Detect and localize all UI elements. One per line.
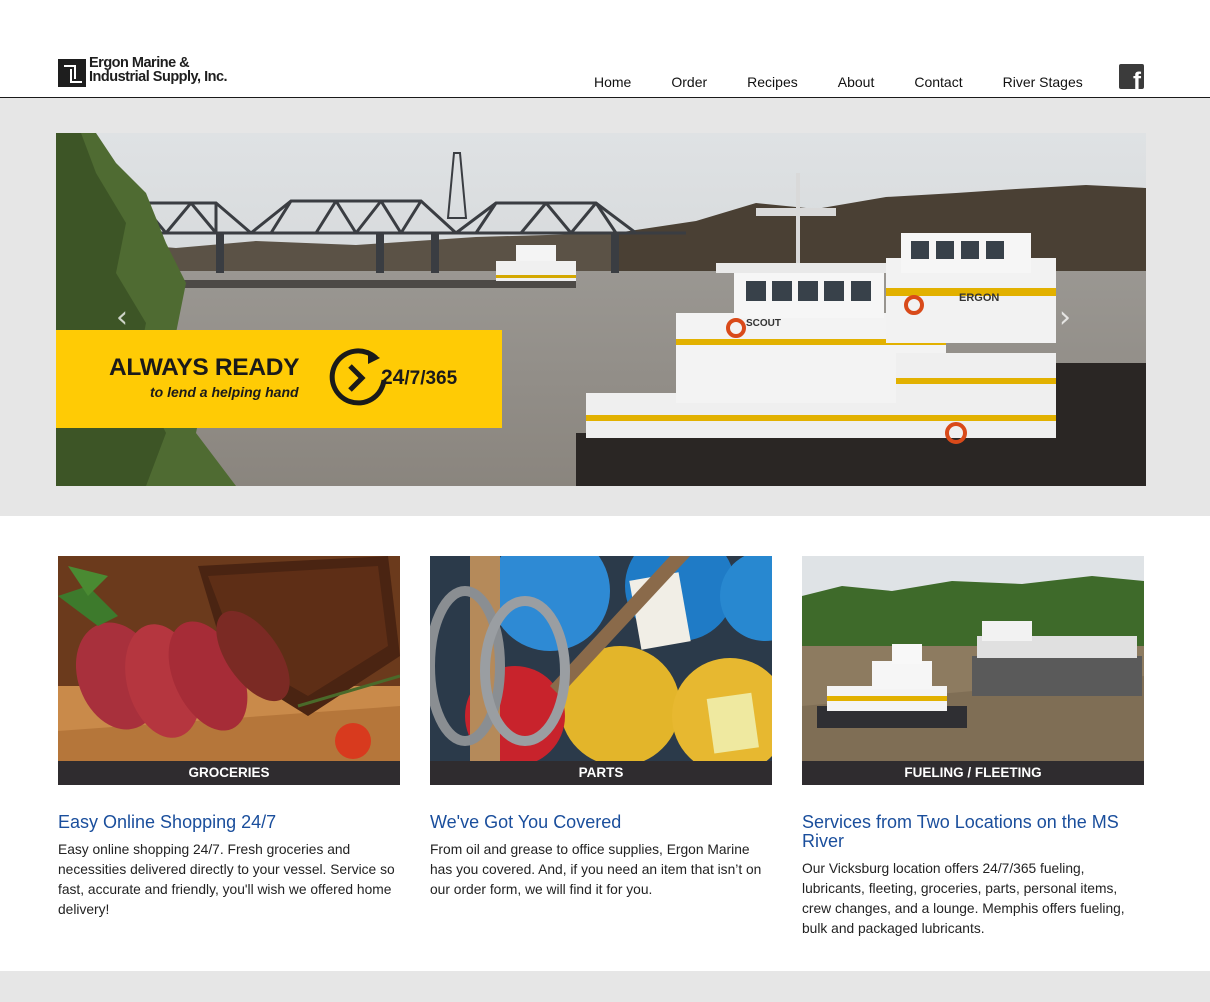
banner-24-number: 24	[381, 366, 405, 389]
banner-24-7-365: 24/7/365	[381, 366, 457, 390]
nav-river-stages[interactable]: River Stages	[1003, 74, 1083, 90]
boat-name-ergon: ERGON	[959, 292, 999, 304]
card-fueling: FUELING / FLEETING Services from Two Loc…	[802, 556, 1144, 939]
banner-subtitle: to lend a helping hand	[150, 384, 299, 400]
site-header: Ergon Marine & Industrial Supply, Inc. H…	[0, 0, 1210, 98]
footer-band	[0, 971, 1210, 1002]
card-text-fueling: Our Vicksburg location offers 24/7/365 f…	[802, 861, 1125, 936]
carousel-prev-button[interactable]: ‹	[116, 303, 128, 333]
fuel-barge-photo	[802, 556, 1144, 761]
card-title-fueling[interactable]: Services from Two Locations on the MS Ri…	[802, 813, 1144, 851]
boat-name-scout: SCOUT	[746, 318, 781, 329]
card-label-groceries[interactable]: GROCERIES	[58, 761, 400, 785]
banner-title: ALWAYS READY	[109, 354, 300, 381]
hero-photo: SCOUT ERGON	[56, 133, 1146, 486]
carousel-next-button[interactable]: ›	[1059, 303, 1071, 333]
nav-contact[interactable]: Contact	[914, 74, 962, 90]
facebook-icon[interactable]: f	[1119, 64, 1144, 89]
logo-mark-icon	[58, 59, 86, 87]
fueling-image[interactable]	[802, 556, 1144, 761]
main-nav: Home Order Recipes About Contact River S…	[594, 74, 1083, 90]
card-text-parts: From oil and grease to office supplies, …	[430, 842, 762, 897]
groceries-image[interactable]	[58, 556, 400, 761]
card-title-groceries[interactable]: Easy Online Shopping 24/7	[58, 813, 400, 832]
nav-order[interactable]: Order	[671, 74, 707, 90]
nav-recipes[interactable]: Recipes	[747, 74, 798, 90]
steak-photo	[58, 556, 400, 761]
card-title-parts[interactable]: We've Got You Covered	[430, 813, 772, 832]
parts-image[interactable]	[430, 556, 772, 761]
card-groceries: GROCERIES Easy Online Shopping 24/7 Easy…	[58, 556, 400, 920]
drums-photo	[430, 556, 772, 761]
nav-home[interactable]: Home	[594, 74, 631, 90]
card-label-fueling[interactable]: FUELING / FLEETING	[802, 761, 1144, 785]
card-label-parts[interactable]: PARTS	[430, 761, 772, 785]
card-parts: PARTS We've Got You Covered From oil and…	[430, 556, 772, 900]
logo-line-2: Industrial Supply, Inc.	[89, 68, 228, 85]
always-ready-banner: ALWAYS READY to lend a helping hand 24/7…	[56, 330, 502, 428]
banner-7-365: /7/365	[404, 368, 458, 389]
hero-carousel[interactable]: SCOUT ERGON ‹ › ALWAYS READY to lend a h…	[56, 133, 1146, 486]
logo-text: Ergon Marine & Industrial Supply, Inc.	[89, 56, 228, 85]
nav-about[interactable]: About	[838, 74, 875, 90]
facebook-glyph: f	[1133, 68, 1141, 90]
company-logo[interactable]: Ergon Marine & Industrial Supply, Inc.	[58, 56, 228, 87]
card-text-groceries: Easy online shopping 24/7. Fresh groceri…	[58, 842, 395, 917]
